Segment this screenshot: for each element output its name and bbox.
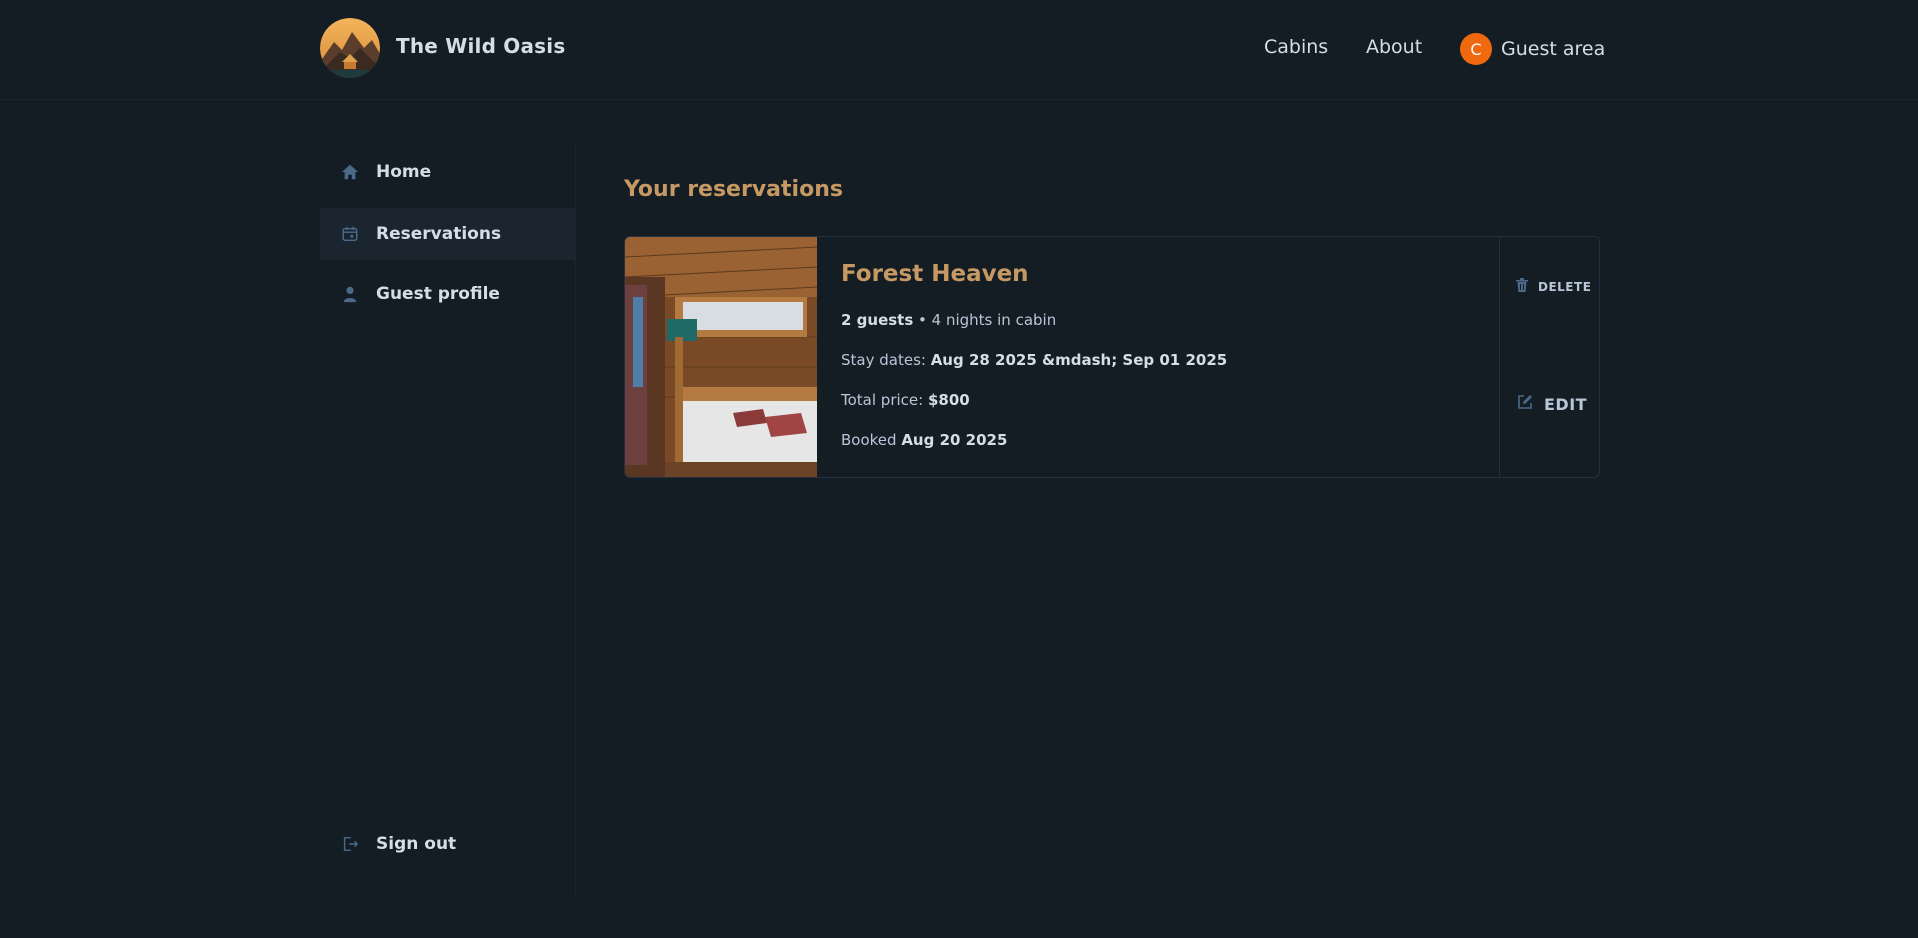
- reservation-card: Forest Heaven 2 guests • 4 nights in cab…: [624, 236, 1600, 478]
- reservation-details: Forest Heaven 2 guests • 4 nights in cab…: [841, 261, 1227, 449]
- sign-out-icon: [340, 834, 360, 854]
- sidebar-item-label: Guest profile: [376, 284, 500, 304]
- guest-area-link[interactable]: C Guest area: [1460, 33, 1605, 65]
- stay-dates-value: Aug 28 2025 &mdash; Sep 01 2025: [930, 351, 1228, 369]
- sidebar-item-guest-profile[interactable]: Guest profile: [320, 268, 576, 320]
- total-price-value: $800: [927, 391, 970, 409]
- sidebar-item-home[interactable]: Home: [320, 146, 576, 198]
- cabin-image: [625, 237, 818, 477]
- mountain-cabin-logo-icon: [320, 18, 380, 78]
- stay-dates-line: Stay dates: Aug 28 2025 &mdash; Sep 01 2…: [841, 351, 1227, 369]
- edit-label: EDIT: [1544, 394, 1588, 414]
- pencil-square-icon: [1516, 393, 1534, 415]
- total-price-label: Total price:: [841, 391, 928, 409]
- sidebar-item-label: Home: [376, 162, 432, 182]
- guest-area-label: Guest area: [1501, 38, 1606, 60]
- stay-dates-label: Stay dates:: [841, 351, 931, 369]
- reservation-actions: DELETE EDIT: [1499, 237, 1599, 477]
- sidebar-item-label: Reservations: [376, 224, 502, 244]
- avatar: C: [1460, 33, 1492, 65]
- delete-label: DELETE: [1538, 280, 1592, 294]
- user-icon: [340, 284, 360, 304]
- trash-icon: [1514, 277, 1530, 297]
- brand-name[interactable]: The Wild Oasis: [396, 34, 565, 58]
- sign-out-label: Sign out: [376, 834, 457, 854]
- account-sidebar: Home Reservations Guest profile Sign out: [320, 146, 576, 894]
- sidebar-item-reservations[interactable]: Reservations: [320, 208, 576, 260]
- logo[interactable]: [320, 18, 380, 78]
- nav-cabins-link[interactable]: Cabins: [1264, 36, 1328, 58]
- sign-out-button[interactable]: Sign out: [320, 818, 576, 870]
- guest-count: 2 guests: [841, 311, 914, 329]
- edit-button[interactable]: EDIT: [1516, 393, 1587, 415]
- total-price-line: Total price: $800: [841, 391, 970, 409]
- home-icon: [340, 162, 360, 182]
- booked-line: Booked Aug 20 2025: [841, 431, 1007, 449]
- guests-line: 2 guests • 4 nights in cabin: [841, 311, 1056, 329]
- delete-button[interactable]: DELETE: [1514, 277, 1591, 297]
- booked-label: Booked: [841, 431, 902, 449]
- calendar-icon: [340, 224, 360, 244]
- nav-about-link[interactable]: About: [1366, 36, 1422, 58]
- nights-text: • 4 nights in cabin: [913, 311, 1057, 329]
- page-title: Your reservations: [624, 177, 843, 202]
- site-header: The Wild Oasis Cabins About C Guest area: [0, 0, 1918, 100]
- booked-date: Aug 20 2025: [901, 431, 1008, 449]
- cabin-name: Forest Heaven: [841, 261, 1029, 287]
